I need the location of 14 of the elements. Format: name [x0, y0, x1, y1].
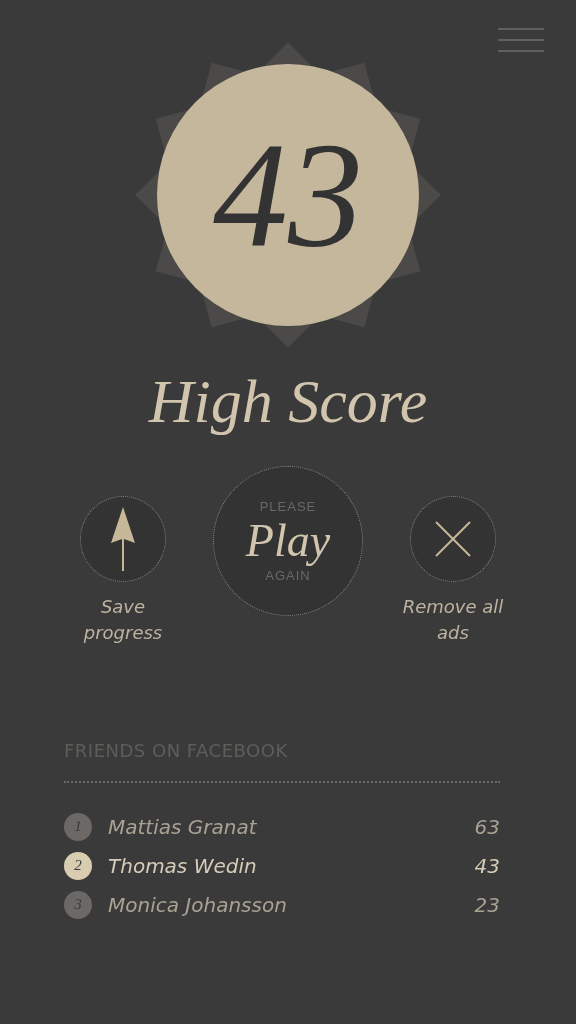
score-badge: 43 — [157, 64, 419, 326]
friend-score: 23 — [474, 892, 500, 917]
arrow-up-icon — [109, 507, 137, 572]
friend-name: Monica Johansson — [108, 892, 288, 917]
action-label: Save progress — [82, 595, 164, 646]
friend-name: Thomas Wedin — [108, 853, 258, 878]
action-label: Remove all ads — [401, 595, 505, 646]
friend-score: 63 — [474, 814, 500, 839]
menu-icon — [498, 28, 544, 52]
friend-score: 43 — [474, 853, 500, 878]
rank-badge: 2 — [64, 851, 92, 880]
friend-name: Mattias Granat — [108, 814, 258, 839]
close-icon — [435, 521, 471, 558]
high-score-title: High Score — [147, 366, 429, 437]
